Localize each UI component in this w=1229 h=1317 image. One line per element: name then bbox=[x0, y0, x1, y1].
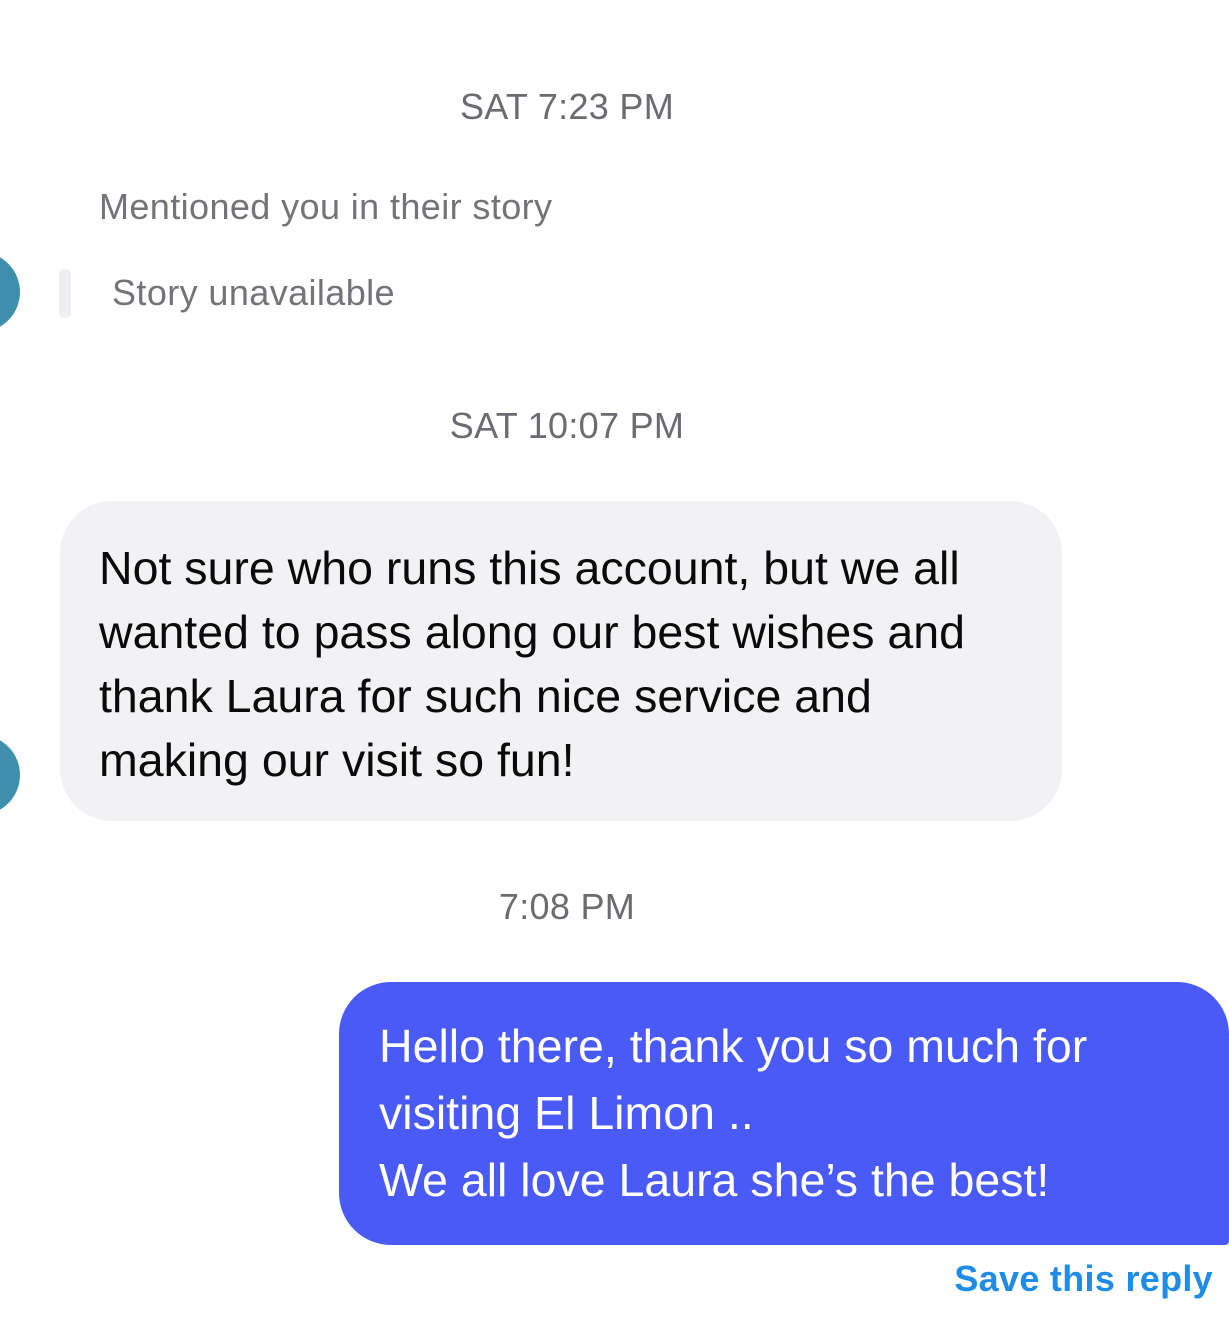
story-unavailable-text: Story unavailable bbox=[112, 272, 395, 313]
outgoing-message-line: Hello there, thank you so much for bbox=[379, 1020, 1088, 1072]
story-reply-bar bbox=[59, 269, 71, 318]
timestamp: SAT 10:07 PM bbox=[449, 405, 685, 446]
outgoing-message-line: We all love Laura she’s the best! bbox=[379, 1154, 1050, 1206]
story-mention-label: Mentioned you in their story bbox=[99, 186, 553, 227]
outgoing-message-bubble[interactable]: Hello there, thank you so much for visit… bbox=[339, 982, 1229, 1245]
timestamp: SAT 7:23 PM bbox=[459, 86, 675, 127]
incoming-message-text: Not sure who runs this account, but we a… bbox=[99, 542, 965, 786]
timestamp: 7:08 PM bbox=[498, 886, 636, 927]
outgoing-message-line: visiting El Limon .. bbox=[379, 1087, 754, 1139]
contact-avatar[interactable] bbox=[0, 735, 20, 815]
contact-avatar[interactable] bbox=[0, 252, 20, 332]
incoming-message-bubble[interactable]: Not sure who runs this account, but we a… bbox=[60, 501, 1062, 821]
save-reply-link[interactable]: Save this reply bbox=[954, 1258, 1213, 1300]
